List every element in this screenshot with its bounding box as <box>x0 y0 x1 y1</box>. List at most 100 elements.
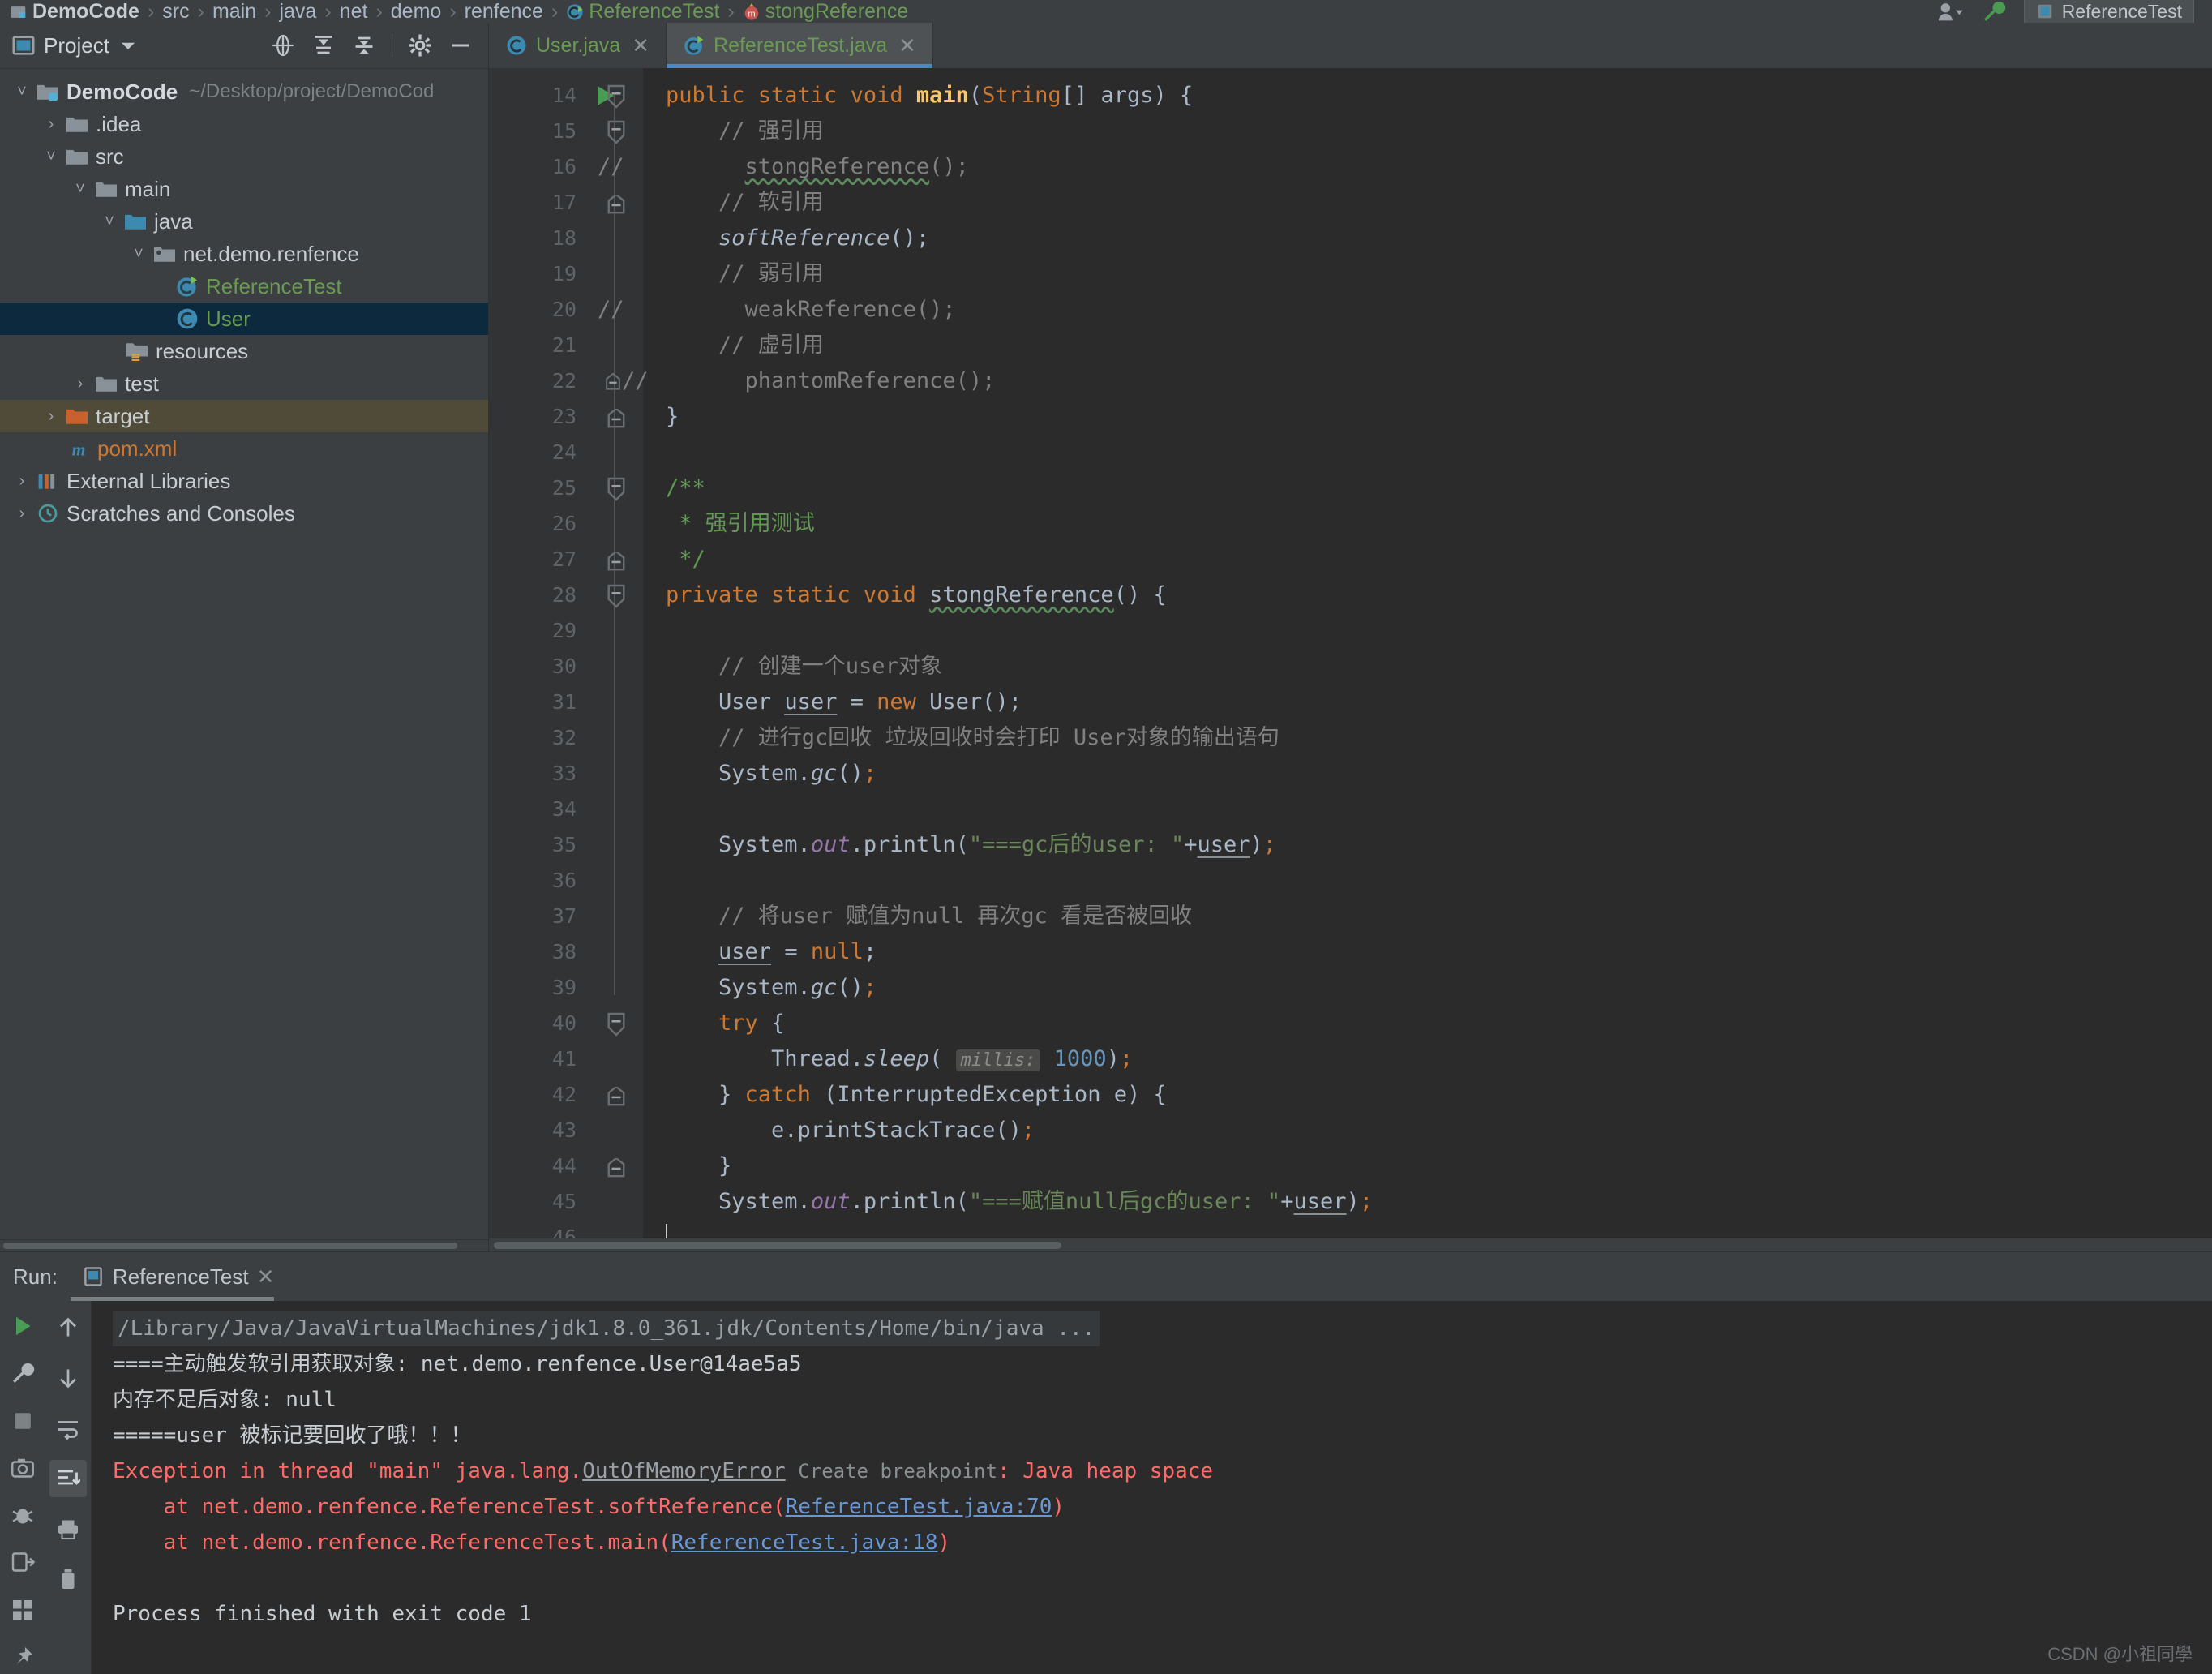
code-editor[interactable]: 14 15 16 17 18 19 20 21 22 23 24 25 26 2… <box>489 68 2212 1238</box>
locate-icon[interactable] <box>267 29 299 62</box>
camera-icon[interactable] <box>4 1451 41 1485</box>
scroll-to-end-icon[interactable] <box>49 1460 87 1497</box>
tree-row-user[interactable]: User <box>0 303 488 335</box>
exception-class-link[interactable]: OutOfMemoryError <box>582 1459 785 1483</box>
tree-row-package[interactable]: ˅ net.demo.renfence <box>0 238 488 270</box>
run-tab-referencetest[interactable]: ReferenceTest ✕ <box>70 1252 285 1301</box>
tree-row-java[interactable]: ˅ java <box>0 205 488 238</box>
fold-gutter[interactable]: // // // <box>586 68 649 1238</box>
sidebar-horizontal-scrollbar[interactable] <box>0 1239 488 1251</box>
code-text-column[interactable]: public static void main(String[] args) {… <box>643 68 2212 1238</box>
close-icon[interactable]: ✕ <box>898 33 916 58</box>
bug-icon[interactable] <box>4 1498 41 1532</box>
stop-icon[interactable] <box>4 1404 41 1438</box>
twisty-right-icon[interactable]: › <box>66 375 94 393</box>
fold-marker-row[interactable] <box>586 1148 643 1184</box>
line-number-gutter: 14 15 16 17 18 19 20 21 22 23 24 25 26 2… <box>489 68 586 1238</box>
trace-prefix: at net.demo.renfence.ReferenceTest.main( <box>113 1530 671 1555</box>
tab-referencetest-java[interactable]: ReferenceTest.java ✕ <box>667 23 933 68</box>
breadcrumb-item-renfence[interactable]: renfence <box>465 0 543 23</box>
twisty-right-icon[interactable]: › <box>8 472 36 491</box>
java-command-line: /Library/Java/JavaVirtualMachines/jdk1.8… <box>113 1311 1100 1346</box>
tree-row-main[interactable]: ˅ main <box>0 173 488 205</box>
hide-icon[interactable] <box>444 29 477 62</box>
tree-row-democode[interactable]: ˅ DemoCode ~/Desktop/project/DemoCod <box>0 75 488 108</box>
rerun-icon[interactable] <box>4 1309 41 1343</box>
twisty-right-icon[interactable]: › <box>8 504 36 523</box>
tree-row-src[interactable]: ˅ src <box>0 140 488 173</box>
tree-row-resources[interactable]: resources <box>0 335 488 367</box>
soft-wrap-icon[interactable] <box>49 1410 87 1447</box>
fold-marker-row[interactable] <box>586 542 643 577</box>
fold-marker-row <box>586 435 643 470</box>
code-line-41: Thread.sleep( millis: 1000); <box>666 1046 1134 1071</box>
scroll-up-icon[interactable] <box>49 1309 87 1346</box>
code-line-15: // 强引用 <box>718 118 824 144</box>
trace-file-link[interactable]: ReferenceTest.java:70 <box>786 1495 1052 1519</box>
close-icon[interactable]: ✕ <box>632 33 649 58</box>
tree-row-referencetest[interactable]: ReferenceTest <box>0 270 488 303</box>
fold-marker-row[interactable] <box>586 1077 643 1113</box>
collapse-all-icon[interactable] <box>348 29 380 62</box>
breadcrumb-item-referencetest[interactable]: ReferenceTest <box>566 0 719 23</box>
twisty-down-icon[interactable]: ˅ <box>96 212 123 231</box>
scroll-down-icon[interactable] <box>49 1359 87 1397</box>
tree-row-test[interactable]: › test <box>0 367 488 400</box>
fold-marker-row[interactable] <box>586 577 643 613</box>
user-avatar-icon[interactable] <box>1936 1 1964 22</box>
tab-user-java[interactable]: User.java ✕ <box>489 23 667 68</box>
settings-wrench-icon[interactable] <box>4 1356 41 1390</box>
tree-label: pom.xml <box>97 436 178 461</box>
fold-marker-row[interactable] <box>586 114 643 149</box>
run-tool-window-header: Run: ReferenceTest ✕ <box>0 1252 2212 1301</box>
close-icon[interactable]: ✕ <box>257 1264 275 1290</box>
editor-horizontal-scrollbar[interactable] <box>489 1238 2212 1251</box>
main-content-row: Project ˅ DemoCode ~/Desktop/project/Dem… <box>0 23 2212 1251</box>
code-line-31: User user = new User(); <box>666 689 1022 715</box>
pin-icon[interactable] <box>4 1640 41 1674</box>
run-configuration-selector[interactable]: ReferenceTest <box>2023 0 2194 23</box>
fold-marker-row[interactable] <box>586 78 643 114</box>
code-line-16: stongReference(); <box>744 154 969 179</box>
fold-marker-row[interactable] <box>586 185 643 221</box>
twisty-down-icon[interactable]: ˅ <box>37 148 65 166</box>
chevron-down-icon[interactable] <box>118 35 139 56</box>
create-breakpoint-link[interactable]: Create breakpoint <box>798 1460 997 1483</box>
tree-row-pom-xml[interactable]: m pom.xml <box>0 432 488 465</box>
trace-file-link[interactable]: ReferenceTest.java:18 <box>671 1530 938 1555</box>
fold-marker-row[interactable] <box>586 399 643 435</box>
tree-row-target[interactable]: › target <box>0 400 488 432</box>
line-number: 16 <box>551 155 577 178</box>
breadcrumb-item-net[interactable]: net <box>340 0 368 23</box>
console-output[interactable]: /Library/Java/JavaVirtualMachines/jdk1.8… <box>92 1301 2212 1674</box>
trash-icon[interactable] <box>49 1560 87 1598</box>
tree-row-external-libraries[interactable]: › External Libraries <box>0 465 488 497</box>
wrench-icon[interactable] <box>1982 0 2006 23</box>
tree-row-scratches[interactable]: › Scratches and Consoles <box>0 497 488 530</box>
expand-all-icon[interactable] <box>307 29 340 62</box>
tree-row-idea[interactable]: › .idea <box>0 108 488 140</box>
twisty-down-icon[interactable]: ˅ <box>125 245 152 264</box>
breadcrumb-item-src[interactable]: src <box>162 0 189 23</box>
gear-icon[interactable] <box>404 29 436 62</box>
fold-marker-row[interactable] <box>586 1006 643 1041</box>
breadcrumb-item-democode[interactable]: DemoCode <box>10 0 139 23</box>
breadcrumb-item-java[interactable]: java <box>279 0 316 23</box>
project-view-icon <box>11 33 36 58</box>
code-line-42: } catch (InterruptedException e) { <box>666 1082 1167 1107</box>
print-icon[interactable] <box>49 1510 87 1547</box>
fold-end-icon <box>607 552 625 571</box>
breadcrumb-item-stongreference[interactable]: m stongReference <box>743 0 908 23</box>
twisty-right-icon[interactable]: › <box>37 407 65 426</box>
twisty-down-icon[interactable]: ˅ <box>8 83 36 101</box>
twisty-right-icon[interactable]: › <box>37 115 65 134</box>
breadcrumb-item-main[interactable]: main <box>212 0 256 23</box>
fold-start-icon <box>607 584 625 608</box>
fold-marker-row[interactable] <box>586 470 643 506</box>
layout-icon[interactable] <box>4 1593 41 1627</box>
code-line-18: softReference(); <box>718 225 930 251</box>
breadcrumb-item-demo[interactable]: demo <box>391 0 442 23</box>
export-icon[interactable] <box>4 1545 41 1579</box>
twisty-down-icon[interactable]: ˅ <box>66 180 94 199</box>
project-tree[interactable]: ˅ DemoCode ~/Desktop/project/DemoCod › .… <box>0 69 488 1239</box>
